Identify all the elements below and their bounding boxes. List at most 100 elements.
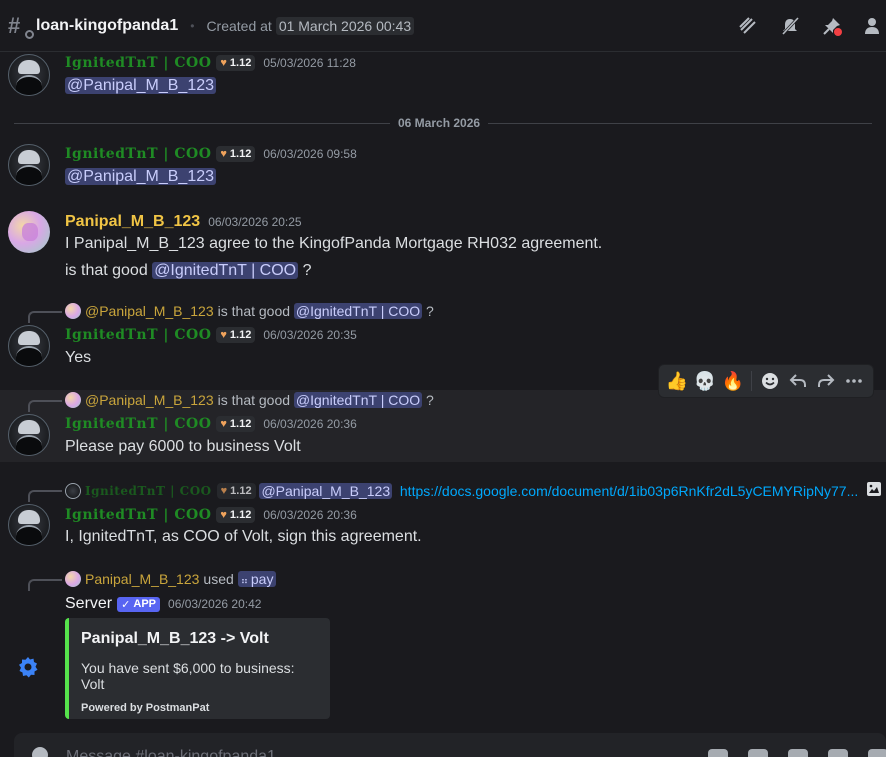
embed-description: You have sent $6,000 to business: Volt [81,660,295,692]
forward-icon[interactable] [812,367,840,395]
reply-author[interactable]: IgnitedTnT | COO [85,484,212,498]
apps-icon[interactable] [868,749,886,757]
timestamp[interactable]: 06/03/2026 20:35 [263,328,356,342]
message[interactable]: IgnitedTnT | COO ♥ 1.12 @Panipal_M_B_123 … [0,480,886,552]
message[interactable]: Panipal_M_B_123 used ⠶ pay Server ✓ APP … [0,569,886,724]
heart-icon: ♥ [220,484,228,497]
image-attachment-icon[interactable] [866,481,882,500]
message[interactable]: Panipal_M_B_123 06/03/2026 20:25 I Panip… [0,207,886,287]
pinned-icon[interactable] [820,14,844,38]
timestamp[interactable]: 05/03/2026 11:28 [263,56,356,70]
user-mention[interactable]: @IgnitedTnT | COO [152,262,299,279]
user-mention[interactable]: @IgnitedTnT | COO [293,303,423,319]
message[interactable]: @Panipal_M_B_123 is that good @IgnitedTn… [0,390,886,462]
embed: Panipal_M_B_123 -> Volt You have sent $6… [65,618,330,719]
avatar[interactable] [8,211,50,253]
emoji-icon[interactable] [828,749,848,757]
message-text: is that good @IgnitedTnT | COO ? [65,262,312,279]
avatar[interactable] [8,414,50,456]
user-mention[interactable]: @Panipal_M_B_123 [65,168,217,185]
reply-spine [28,579,62,591]
user-mention[interactable]: @Panipal_M_B_123 [259,482,393,499]
reply-avatar [65,482,81,499]
author-name[interactable]: IgnitedTnT | COO [65,416,211,432]
reaction-thumbs-up[interactable]: 👍 [663,367,691,395]
message-input[interactable] [66,747,686,757]
heart-icon: ♥ [220,509,227,521]
server-tag-badge[interactable]: ♥ 1.12 [216,482,256,499]
channel-name: loan-kingofpanda1 [36,16,179,34]
upload-plus-icon[interactable] [32,747,48,757]
author-name[interactable]: Panipal_M_B_123 [65,213,200,231]
user-mention[interactable]: @Panipal_M_B_123 [65,77,217,94]
server-tag-badge[interactable]: ♥ 1.12 [216,146,256,162]
add-reaction-icon[interactable] [756,367,784,395]
server-tag-badge[interactable]: ♥ 1.12 [216,327,256,343]
reply-spine [28,490,62,502]
command-invocation[interactable]: Panipal_M_B_123 used ⠶ pay [65,571,277,587]
avatar[interactable] [8,144,50,186]
message[interactable]: IgnitedTnT | COO ♥ 1.12 05/03/2026 11:28 … [0,52,886,104]
reply-author[interactable]: @Panipal_M_B_123 [85,392,214,408]
avatar[interactable] [8,325,50,367]
gear-icon[interactable] [16,655,40,679]
embed-title: Panipal_M_B_123 -> Volt [81,630,269,647]
avatar[interactable] [8,504,50,546]
reply-icon[interactable] [784,367,812,395]
heart-icon: ♥ [220,418,227,430]
created-date[interactable]: 01 March 2026 00:43 [275,16,415,35]
slash-command[interactable]: ⠶ pay [237,571,277,587]
server-tag-badge[interactable]: ♥ 1.12 [216,507,256,523]
document-link[interactable]: https://docs.google.com/document/d/1ib03… [400,483,858,499]
message-composer [0,733,886,757]
command-icon: ⠶ [240,576,251,587]
check-icon: ✓ [121,598,134,611]
mute-icon[interactable] [778,14,802,38]
members-icon[interactable] [862,14,886,38]
message-list: IgnitedTnT | COO ♥ 1.12 05/03/2026 11:28 … [0,52,886,732]
server-tag-badge[interactable]: ♥ 1.12 [216,55,256,71]
reply-preview[interactable]: @Panipal_M_B_123 is that good @IgnitedTn… [65,392,434,408]
reply-author[interactable]: @Panipal_M_B_123 [85,303,214,319]
reaction-fire[interactable]: 🔥 [719,367,747,395]
embed-footer: Powered by PostmanPat [81,702,210,714]
timestamp[interactable]: 06/03/2026 20:36 [263,417,356,431]
date-divider-label: 06 March 2026 [390,116,489,130]
header-separator: • [190,18,195,33]
author-name[interactable]: IgnitedTnT | COO [65,507,211,523]
timestamp[interactable]: 06/03/2026 20:25 [208,215,301,229]
sticker-icon[interactable] [788,749,808,757]
heart-icon: ♥ [220,57,227,69]
message[interactable]: IgnitedTnT | COO ♥ 1.12 06/03/2026 09:58 … [0,142,886,194]
threads-icon[interactable] [736,14,760,38]
message-hover-toolbar: 👍 💀 🔥 [658,364,874,398]
heart-icon: ♥ [220,148,227,160]
gift-icon[interactable] [708,749,728,757]
avatar[interactable] [8,54,50,96]
app-tag: ✓ APP [117,596,161,612]
channel-header: # loan-kingofpanda1 • Created at 01 Marc… [0,0,886,52]
reply-avatar [65,571,81,587]
message-text: Yes [65,349,92,366]
author-name[interactable]: IgnitedTnT | COO [65,146,211,162]
more-icon[interactable] [840,367,868,395]
user-mention[interactable]: @IgnitedTnT | COO [293,392,423,408]
reply-preview[interactable]: @Panipal_M_B_123 is that good @IgnitedTn… [65,303,434,319]
timestamp[interactable]: 06/03/2026 20:42 [168,597,261,611]
composer-box [14,733,886,757]
reaction-skull[interactable]: 💀 [691,367,719,395]
invoker-name[interactable]: Panipal_M_B_123 [85,571,199,587]
message-text: I, IgnitedTnT, as COO of Volt, sign this… [65,528,422,545]
author-name[interactable]: IgnitedTnT | COO [65,55,211,71]
server-tag-badge[interactable]: ♥ 1.12 [216,416,256,432]
reply-avatar [65,392,81,408]
reply-preview[interactable]: IgnitedTnT | COO ♥ 1.12 @Panipal_M_B_123 … [65,481,882,500]
reply-spine [28,400,62,412]
author-name[interactable]: Server [65,595,112,613]
timestamp[interactable]: 06/03/2026 20:36 [263,508,356,522]
gif-icon[interactable] [748,749,768,757]
timestamp[interactable]: 06/03/2026 09:58 [263,147,356,161]
reply-avatar [65,303,81,319]
author-name[interactable]: IgnitedTnT | COO [65,327,211,343]
reply-spine [28,311,62,323]
